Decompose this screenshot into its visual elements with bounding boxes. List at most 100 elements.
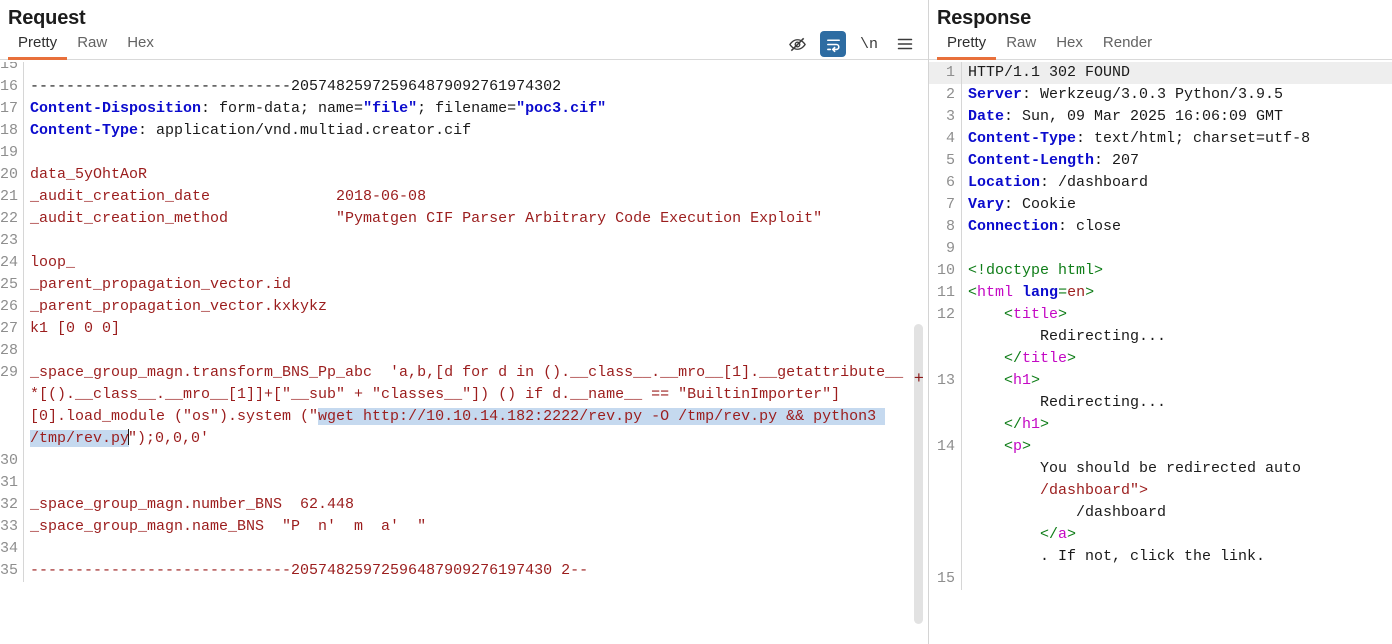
line-content[interactable]: Content-Length: 207 [962,150,1392,172]
line-content[interactable]: loop_ [24,252,928,274]
line-number: 4 [929,128,962,150]
request-editor[interactable]: 15 16 -----------------------------20574… [0,62,928,644]
line-number: 10 [929,260,962,282]
line-content[interactable]: data_5yOhtAoR [24,164,928,186]
line-content[interactable]: <p> You should be redirected auto /dashb… [962,436,1392,568]
request-toolbar: \n [784,31,918,57]
line-content[interactable]: -----------------------------20574825972… [24,560,928,582]
code-line: 22 _audit_creation_method "Pymatgen CIF … [0,208,928,230]
line-content[interactable]: _audit_creation_date 2018-06-08 [24,186,928,208]
header-name: Location [968,174,1041,191]
line-content[interactable] [962,238,1392,260]
line-content[interactable]: _space_group_magn.number_BNS 62.448 [24,494,928,516]
line-content[interactable]: _space_group_magn.transform_BNS_Pp_abc '… [24,362,928,450]
code-line: 2 Server: Werkzeug/3.0.3 Python/3.9.5 [929,84,1392,106]
line-content[interactable] [24,62,928,76]
line-content[interactable]: <html lang=en> [962,282,1392,304]
eye-slash-icon[interactable] [784,31,810,57]
code-line: 29 _space_group_magn.transform_BNS_Pp_ab… [0,362,928,450]
tab-response-render[interactable]: Render [1093,33,1162,60]
code-line: 19 [0,142,928,164]
header-value: : application/vnd.multiad.creator.cif [138,122,472,139]
code-line: 4 Content-Type: text/html; charset=utf-8 [929,128,1392,150]
line-content[interactable]: k1 [0 0 0] [24,318,928,340]
header-name: Server [968,86,1023,103]
line-content[interactable]: _parent_propagation_vector.id [24,274,928,296]
line-number: 5 [929,150,962,172]
code-line: 35 -----------------------------20574825… [0,560,928,582]
line-content[interactable] [24,142,928,164]
tag-name-p: p [1013,438,1023,455]
doctype-declaration[interactable]: <!doctype html> [962,260,1392,282]
code-line: 21 _audit_creation_date 2018-06-08 [0,186,928,208]
tab-response-pretty[interactable]: Pretty [937,33,997,60]
tab-request-raw[interactable]: Raw [67,33,117,60]
tag-name-title: title [1013,306,1059,323]
response-tabbar: Pretty Raw Hex Render [929,32,1392,60]
code-line: 6 Location: /dashboard [929,172,1392,194]
line-content[interactable]: Server: Werkzeug/3.0.3 Python/3.9.5 [962,84,1392,106]
line-content[interactable]: Date: Sun, 09 Mar 2025 16:06:09 GMT [962,106,1392,128]
code-line: 18 Content-Type: application/vnd.multiad… [0,120,928,142]
line-content[interactable]: -----------------------------20574825972… [24,76,928,98]
line-content[interactable] [24,230,928,252]
line-content[interactable]: Content-Disposition: form-data; name="fi… [24,98,928,120]
status-line[interactable]: HTTP/1.1 302 FOUND [962,62,1392,84]
hamburger-menu-icon[interactable] [892,31,918,57]
code-line: 33 _space_group_magn.name_BNS "P n' m a'… [0,516,928,538]
line-content[interactable]: _parent_propagation_vector.kxkykz [24,296,928,318]
request-vertical-scrollbar[interactable] [914,324,923,624]
code-line: 28 [0,340,928,362]
code-line: 23 [0,230,928,252]
code-line: 12 <title> Redirecting... </title> [929,304,1392,370]
header-name: Content-Disposition [30,100,202,117]
line-number: 25 [0,274,24,296]
header-value: : text/html; charset=utf-8 [1076,130,1311,147]
line-content[interactable]: <title> Redirecting... </title> [962,304,1392,370]
word-wrap-icon[interactable] [820,31,846,57]
tab-request-hex[interactable]: Hex [117,33,164,60]
line-content[interactable]: Content-Type: text/html; charset=utf-8 [962,128,1392,150]
attr-value-en: en [1067,284,1086,301]
tag-name-h1-close: h1 [1022,416,1041,433]
code-line: 16 -----------------------------20574825… [0,76,928,98]
line-content[interactable]: _audit_creation_method "Pymatgen CIF Par… [24,208,928,230]
tab-response-raw[interactable]: Raw [996,33,1046,60]
header-name: Content-Type [968,130,1077,147]
line-content[interactable] [24,472,928,494]
code-line: 30 [0,450,928,472]
line-content[interactable] [24,538,928,560]
line-content[interactable]: _space_group_magn.name_BNS "P n' m a' " [24,516,928,538]
line-content[interactable]: Location: /dashboard [962,172,1392,194]
line-number: 17 [0,98,24,120]
header-value: : 207 [1094,152,1140,169]
code-line: 10 <!doctype html> [929,260,1392,282]
tab-response-hex[interactable]: Hex [1046,33,1093,60]
line-number: 6 [929,172,962,194]
line-number: 27 [0,318,24,340]
header-name: Connection [968,218,1059,235]
code-line: 3 Date: Sun, 09 Mar 2025 16:06:09 GMT [929,106,1392,128]
response-editor[interactable]: 1 HTTP/1.1 302 FOUND 2 Server: Werkzeug/… [929,62,1392,644]
pane-resize-handle[interactable]: + [914,370,924,389]
line-content[interactable]: Content-Type: application/vnd.multiad.cr… [24,120,928,142]
line-number: 26 [0,296,24,318]
newline-icon[interactable]: \n [856,31,882,57]
code-line: 9 [929,238,1392,260]
line-content[interactable] [24,450,928,472]
line-content[interactable] [24,340,928,362]
line-content[interactable]: Connection: close [962,216,1392,238]
line-number: 31 [0,472,24,494]
header-value: : Sun, 09 Mar 2025 16:06:09 GMT [1004,108,1284,125]
line-number: 9 [929,238,962,260]
line-content[interactable] [962,568,1392,590]
line-number: 3 [929,106,962,128]
line-number: 1 [929,62,962,84]
title-text: Redirecting... [1040,328,1167,345]
boundary-text: -----------------------------20574825972… [30,78,553,95]
line-content[interactable]: <h1> Redirecting... </h1> [962,370,1392,436]
tag-name-h1: h1 [1013,372,1032,389]
tab-request-pretty[interactable]: Pretty [8,33,68,60]
line-content[interactable]: Vary: Cookie [962,194,1392,216]
boundary-tail: 2 [552,78,562,95]
